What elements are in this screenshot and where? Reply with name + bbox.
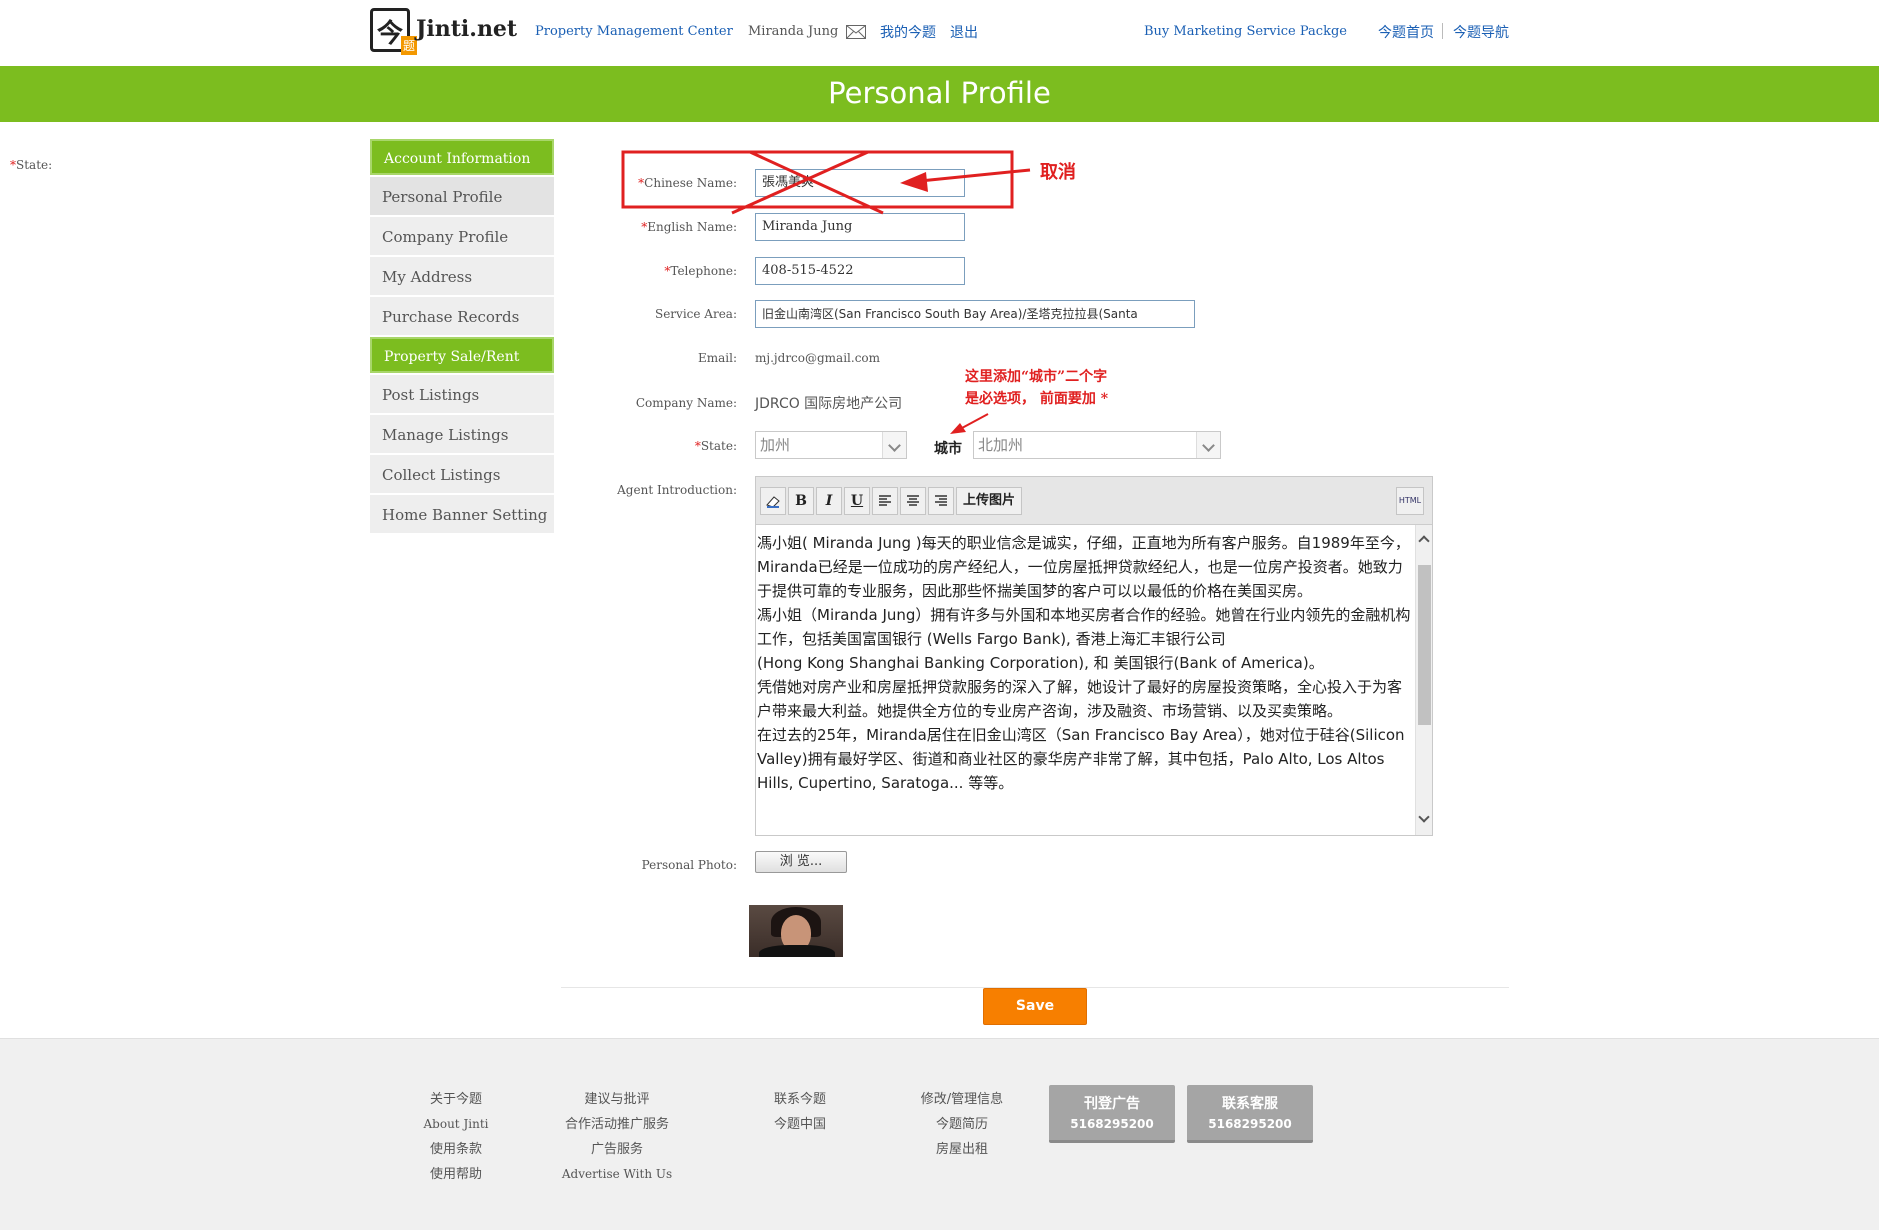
telephone-input[interactable]: 408-515-4522 [755, 257, 965, 285]
sidebar-item-home-banner[interactable]: Home Banner Setting [370, 495, 554, 533]
align-left-icon[interactable] [872, 487, 898, 515]
sidebar-item-manage-listings[interactable]: Manage Listings [370, 415, 554, 453]
underline-button[interactable]: U [844, 487, 870, 515]
city-select[interactable]: 北加州 [973, 431, 1221, 459]
company-name-label: Company Name: [635, 396, 737, 410]
footer-link[interactable]: 联系今题 [750, 1087, 850, 1112]
email-value: mj.jdrco@gmail.com [755, 351, 881, 365]
city-label: 城市 [934, 441, 962, 457]
align-right-icon[interactable] [928, 487, 954, 515]
chevron-down-icon [1196, 432, 1220, 458]
email-label: Email: [697, 351, 737, 365]
sidebar-item-company-profile[interactable]: Company Profile [370, 217, 554, 255]
agent-intro-label: Agent Introduction: [617, 483, 737, 497]
footer-link[interactable]: Advertise With Us [547, 1162, 687, 1187]
scroll-up-icon[interactable] [1418, 535, 1430, 547]
sidebar-item-personal-profile[interactable]: Personal Profile [370, 177, 554, 215]
intro-paragraph: (Hong Kong Shanghai Banking Corporation)… [757, 654, 1324, 672]
agent-intro-editor[interactable]: B I U 上传图片 HTML 馮小姐( Miranda Jung )每天的职业… [755, 476, 1433, 836]
bold-button[interactable]: B [788, 487, 814, 515]
footer-link[interactable]: 使用帮助 [406, 1162, 506, 1187]
italic-button[interactable]: I [816, 487, 842, 515]
editor-toolbar: B I U 上传图片 HTML [756, 477, 1432, 525]
user-name: Miranda Jung [748, 24, 839, 39]
annotation-city-note: 这里添加“城市”二个字 [965, 369, 1108, 385]
sidebar-section-property[interactable]: Property Sale/Rent [370, 337, 554, 373]
annotation-cancel-text: 取消 [1040, 162, 1076, 183]
personal-photo [749, 905, 843, 957]
footer-link[interactable]: 广告服务 [547, 1137, 687, 1162]
html-icon[interactable]: HTML [1396, 487, 1424, 515]
state-label: *State: [694, 439, 737, 453]
footer-link[interactable]: 房屋出租 [902, 1137, 1022, 1162]
footer-link[interactable]: 修改/管理信息 [902, 1087, 1022, 1112]
footer-link[interactable]: 使用条款 [406, 1137, 506, 1162]
customer-service-button[interactable]: 联系客服 5168295200 [1187, 1085, 1313, 1143]
english-name-input[interactable]: Miranda Jung [755, 213, 965, 241]
footer-link[interactable]: 今题中国 [750, 1112, 850, 1137]
company-name-value: JDRCO 国际房地产公司 [755, 396, 903, 412]
sidebar-item-collect-listings[interactable]: Collect Listings [370, 455, 554, 493]
post-ads-button[interactable]: 刊登广告 5168295200 [1049, 1085, 1175, 1143]
annotation-arrow [961, 413, 989, 429]
footer-col-about: 关于今题 About Jinti 使用条款 使用帮助 [406, 1087, 506, 1187]
sidebar-item-post-listings[interactable]: Post Listings [370, 375, 554, 413]
footer: 关于今题 About Jinti 使用条款 使用帮助 建议与批评 合作活动推广服… [0, 1038, 1879, 1230]
service-area-input[interactable]: 旧金山南湾区(San Francisco South Bay Area)/圣塔克… [755, 300, 1195, 328]
annotation-arrowhead [950, 423, 966, 434]
intro-paragraph: 凭借她对房产业和房屋抵押贷款服务的深入了解，她设计了最好的房屋投资策略，全心投入… [757, 678, 1403, 720]
footer-col-service: 建议与批评 合作活动推广服务 广告服务 Advertise With Us [547, 1087, 687, 1187]
footer-link[interactable]: About Jinti [406, 1112, 506, 1137]
chinese-name-input[interactable]: 張馮美爽 [755, 169, 965, 197]
chevron-down-icon [882, 432, 906, 458]
scroll-down-icon[interactable] [1418, 811, 1430, 823]
page-banner: Personal Profile [0, 66, 1879, 122]
footer-link[interactable]: 建议与批评 [547, 1087, 687, 1112]
align-center-icon[interactable] [900, 487, 926, 515]
annotation-city-note: 是必选项， 前面要加 * [965, 391, 1109, 407]
upload-image-button[interactable]: 上传图片 [956, 487, 1023, 515]
chinese-name-label: *Chinese Name: [638, 176, 737, 190]
intro-paragraph: 馮小姐( Miranda Jung )每天的职业信念是诚实，仔细，正直地为所有客… [757, 534, 1410, 600]
buy-marketing-link[interactable]: Buy Marketing Service Packge [1144, 24, 1347, 39]
footer-link[interactable]: 关于今题 [406, 1087, 506, 1112]
footer-link[interactable]: 今题简历 [902, 1112, 1022, 1137]
logo-mark: 今 题 [370, 8, 417, 55]
service-area-label: Service Area: [654, 307, 737, 321]
editor-scrollbar[interactable] [1415, 525, 1432, 835]
intro-paragraph: 馮小姐（Miranda Jung）拥有许多与外国和本地买房者合作的经验。她曾在行… [757, 606, 1411, 648]
telephone-label: *Telephone: [664, 264, 737, 278]
sidebar-section-account[interactable]: Account Information [370, 139, 554, 175]
my-jinti-link[interactable]: 我的今题 [880, 22, 936, 42]
footer-col-contact: 联系今题 今题中国 [750, 1087, 850, 1137]
logo-text: Jinti.net [416, 16, 518, 42]
mail-icon[interactable] [846, 25, 866, 39]
browse-button[interactable]: 浏 览... [755, 851, 847, 873]
intro-paragraph: 在过去的25年，Miranda居住在旧金山湾区（San Francisco Ba… [757, 726, 1405, 792]
english-name-label: *English Name: [641, 220, 737, 234]
save-button[interactable]: Save [983, 988, 1087, 1025]
sidebar: Account Information Personal Profile Com… [370, 139, 554, 535]
footer-link[interactable]: 合作活动推广服务 [547, 1112, 687, 1137]
logout-link[interactable]: 退出 [950, 22, 978, 42]
header-divider [1442, 23, 1443, 39]
top-header: 今 题 Jinti.net Property Management Center… [0, 0, 1879, 66]
navigation-link[interactable]: 今题导航 [1453, 22, 1509, 42]
jinti-logo[interactable]: 今 题 Jinti.net [370, 8, 517, 56]
personal-photo-label: Personal Photo: [641, 858, 737, 872]
eraser-icon[interactable] [760, 487, 786, 515]
state-select[interactable]: 加州 [755, 431, 907, 459]
sidebar-item-my-address[interactable]: My Address [370, 257, 554, 295]
editor-content[interactable]: 馮小姐( Miranda Jung )每天的职业信念是诚实，仔细，正直地为所有客… [756, 525, 1416, 835]
left-state-label: *State: [10, 158, 53, 172]
property-management-center-link[interactable]: Property Management Center [535, 24, 733, 39]
scroll-thumb[interactable] [1418, 565, 1431, 725]
home-link[interactable]: 今题首页 [1378, 22, 1434, 42]
footer-col-manage: 修改/管理信息 今题简历 房屋出租 [902, 1087, 1022, 1162]
page-title: Personal Profile [828, 76, 1051, 110]
sidebar-item-purchase-records[interactable]: Purchase Records [370, 297, 554, 335]
